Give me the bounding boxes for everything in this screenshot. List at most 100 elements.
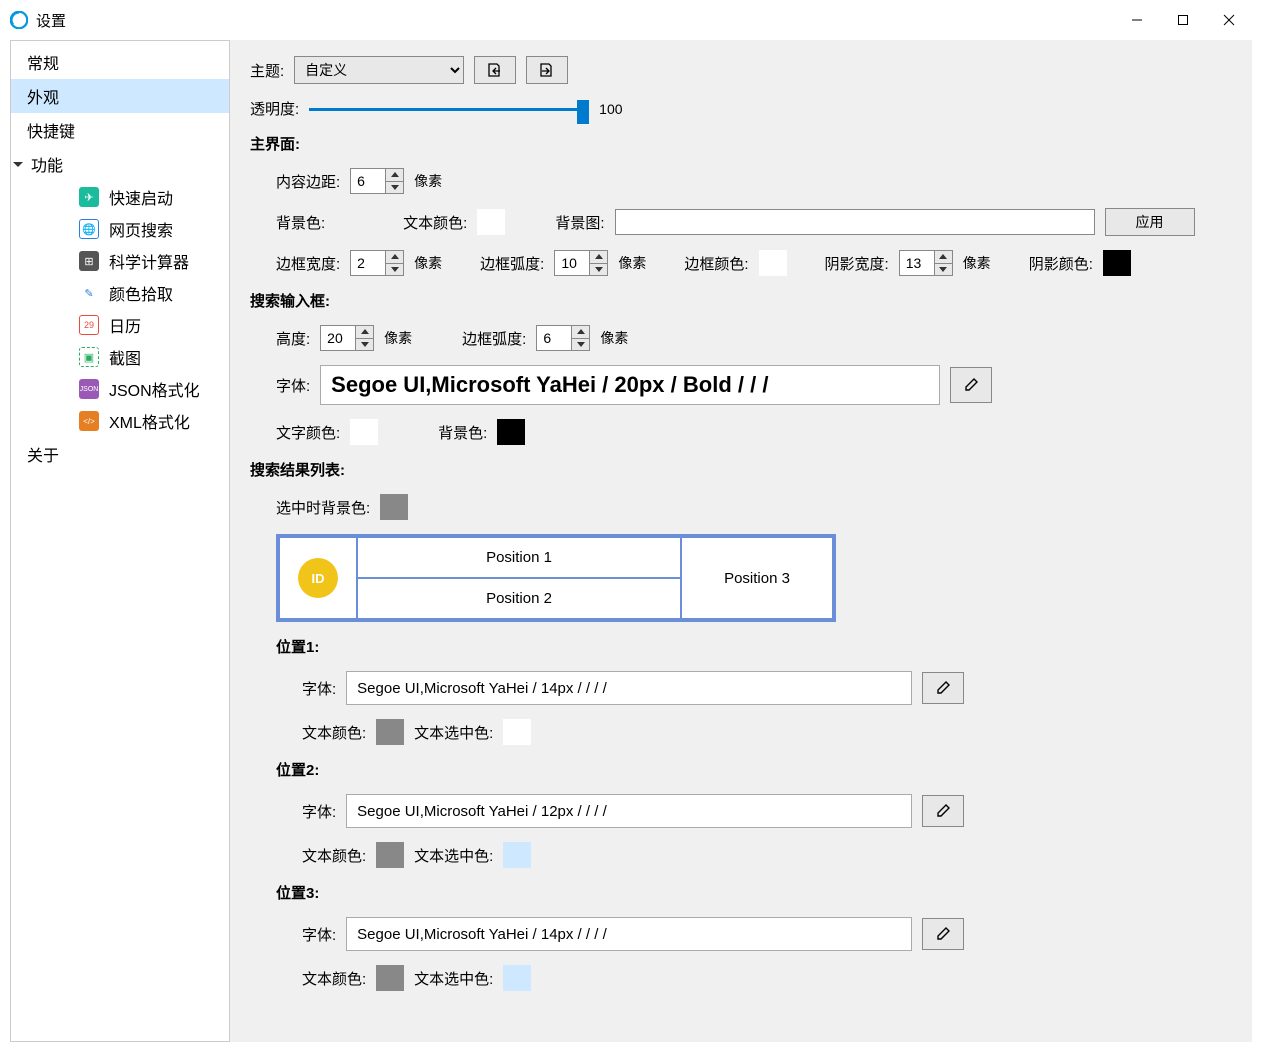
sidebar-item-json[interactable]: JSONJSON格式化 [11, 373, 229, 405]
bg-color-label: 背景色: [276, 212, 325, 233]
globe-icon: 🌐 [79, 219, 99, 239]
search-bg-color-swatch[interactable] [497, 419, 525, 445]
selected-bg-swatch[interactable] [380, 494, 408, 520]
layout-preview: ID Position 1 Position 2 Position 3 [276, 534, 836, 622]
sidebar: 常规 外观 快捷键 功能 ✈快速启动 🌐网页搜索 ⊞科学计算器 ✎颜色拾取 29… [10, 40, 230, 1042]
selected-bg-label: 选中时背景色: [276, 497, 370, 518]
search-radius-label: 边框弧度: [462, 328, 526, 349]
shadow-width-label: 阴影宽度: [825, 253, 889, 274]
json-icon: JSON [79, 379, 99, 399]
main-ui-header: 主界面: [250, 133, 1232, 154]
sidebar-item-websearch[interactable]: 🌐网页搜索 [11, 213, 229, 245]
sidebar-item-appearance[interactable]: 外观 [11, 79, 229, 113]
sidebar-item-about[interactable]: 关于 [11, 437, 229, 471]
pixel-unit: 像素 [414, 171, 442, 191]
pos3-sel-color-label: 文本选中色: [414, 968, 493, 989]
search-text-color-label: 文字颜色: [276, 422, 340, 443]
text-color-label: 文本颜色: [403, 212, 467, 233]
window-title: 设置 [36, 10, 66, 31]
pos3-text-color-swatch[interactable] [376, 965, 404, 991]
content-padding-label: 内容边距: [276, 171, 340, 192]
pos2-font-label: 字体: [302, 801, 336, 822]
xml-icon: </> [79, 411, 99, 431]
theme-label: 主题: [250, 60, 284, 81]
content-pane: 主题: 自定义 透明度: 100 主界面: 内容边距: 像素 背景色: 文本颜色… [230, 40, 1252, 1042]
pos3-sel-color-swatch[interactable] [503, 965, 531, 991]
text-color-swatch[interactable] [477, 209, 505, 235]
bg-color-swatch[interactable] [335, 209, 363, 235]
pos2-sel-color-label: 文本选中色: [414, 845, 493, 866]
search-text-color-swatch[interactable] [350, 419, 378, 445]
theme-select[interactable]: 自定义 [294, 56, 464, 84]
pos2-sel-color-swatch[interactable] [503, 842, 531, 868]
preview-position-2: Position 2 [358, 579, 680, 618]
border-width-label: 边框宽度: [276, 253, 340, 274]
border-color-label: 边框颜色: [684, 253, 748, 274]
opacity-value: 100 [599, 101, 622, 117]
opacity-label: 透明度: [250, 98, 299, 119]
search-font-display: Segoe UI,Microsoft YaHei / 20px / Bold /… [320, 365, 940, 405]
pos3-font-display: Segoe UI,Microsoft YaHei / 14px / / / / [346, 917, 912, 951]
pos1-font-edit-button[interactable] [922, 672, 964, 704]
calendar-icon: 29 [79, 315, 99, 335]
pos1-font-label: 字体: [302, 678, 336, 699]
pos2-font-edit-button[interactable] [922, 795, 964, 827]
paper-plane-icon: ✈ [79, 187, 99, 207]
search-height-label: 高度: [276, 328, 310, 349]
sidebar-item-features[interactable]: 功能 [11, 147, 229, 181]
border-radius-label: 边框弧度: [480, 253, 544, 274]
preview-position-3: Position 3 [682, 538, 832, 618]
pos2-font-display: Segoe UI,Microsoft YaHei / 12px / / / / [346, 794, 912, 828]
sidebar-item-calendar[interactable]: 29日历 [11, 309, 229, 341]
result-list-header: 搜索结果列表: [250, 459, 1232, 480]
maximize-button[interactable] [1160, 4, 1206, 36]
search-font-edit-button[interactable] [950, 367, 992, 403]
search-font-label: 字体: [276, 375, 310, 396]
pos1-text-color-swatch[interactable] [376, 719, 404, 745]
eyedropper-icon: ✎ [79, 283, 99, 303]
border-radius-field[interactable] [554, 250, 608, 276]
sidebar-item-quicklaunch[interactable]: ✈快速启动 [11, 181, 229, 213]
shadow-color-label: 阴影颜色: [1029, 253, 1093, 274]
shadow-color-swatch[interactable] [1103, 250, 1131, 276]
bgimg-field[interactable] [615, 209, 1095, 235]
sidebar-item-screenshot[interactable]: ▣截图 [11, 341, 229, 373]
search-height-field[interactable] [320, 325, 374, 351]
sidebar-item-calculator[interactable]: ⊞科学计算器 [11, 245, 229, 277]
search-input-header: 搜索输入框: [250, 290, 1232, 311]
sidebar-item-general[interactable]: 常规 [11, 45, 229, 79]
pos1-sel-color-swatch[interactable] [503, 719, 531, 745]
minimize-button[interactable] [1114, 4, 1160, 36]
sidebar-item-colorpicker[interactable]: ✎颜色拾取 [11, 277, 229, 309]
border-color-swatch[interactable] [759, 250, 787, 276]
calculator-icon: ⊞ [79, 251, 99, 271]
search-radius-field[interactable] [536, 325, 590, 351]
sidebar-item-xml[interactable]: </>XML格式化 [11, 405, 229, 437]
pos3-font-edit-button[interactable] [922, 918, 964, 950]
pos2-text-color-swatch[interactable] [376, 842, 404, 868]
titlebar: 设置 [0, 0, 1262, 40]
preview-icon-cell: ID [280, 538, 358, 618]
import-theme-button[interactable] [474, 56, 516, 84]
opacity-slider[interactable] [309, 100, 589, 118]
sidebar-item-shortcuts[interactable]: 快捷键 [11, 113, 229, 147]
position1-header: 位置1: [276, 636, 1232, 657]
position2-header: 位置2: [276, 759, 1232, 780]
bgimg-label: 背景图: [555, 212, 604, 233]
pos3-font-label: 字体: [302, 924, 336, 945]
screenshot-icon: ▣ [79, 347, 99, 367]
pos1-text-color-label: 文本颜色: [302, 722, 366, 743]
pos1-font-display: Segoe UI,Microsoft YaHei / 14px / / / / [346, 671, 912, 705]
pos3-text-color-label: 文本颜色: [302, 968, 366, 989]
close-button[interactable] [1206, 4, 1252, 36]
app-icon [10, 11, 28, 29]
preview-id-badge: ID [298, 558, 338, 598]
position3-header: 位置3: [276, 882, 1232, 903]
export-theme-button[interactable] [526, 56, 568, 84]
shadow-width-field[interactable] [899, 250, 953, 276]
search-bg-color-label: 背景色: [438, 422, 487, 443]
preview-position-1: Position 1 [358, 538, 680, 579]
content-padding-field[interactable] [350, 168, 404, 194]
apply-bgimg-button[interactable]: 应用 [1105, 208, 1195, 236]
border-width-field[interactable] [350, 250, 404, 276]
